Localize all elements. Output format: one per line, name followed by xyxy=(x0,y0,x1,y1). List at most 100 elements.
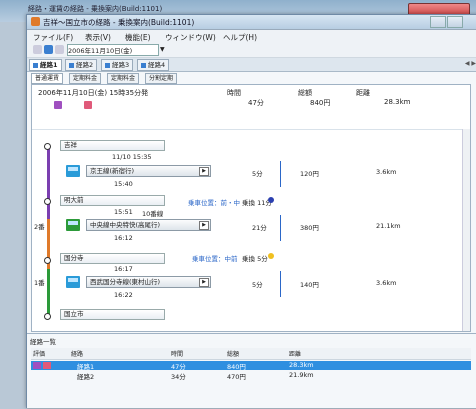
search-icon[interactable] xyxy=(44,45,53,54)
table-row[interactable]: 経路2 34分 470円 21.9km xyxy=(31,371,471,381)
tab-normal-fare[interactable]: 普通運賃 xyxy=(31,73,64,84)
distance-cell: 21.9km xyxy=(289,371,314,379)
timeline-marker xyxy=(280,161,281,187)
distance-cell: 28.3km xyxy=(289,361,314,369)
play-icon[interactable]: ▶ xyxy=(199,221,209,230)
line-name-bar[interactable]: 中央線中央特快(高尾行) ▶ xyxy=(86,219,211,231)
fare-badge xyxy=(43,362,51,369)
rating-badge xyxy=(54,101,62,109)
toolbar: 2006年11月10日(金) ▼ xyxy=(27,43,476,58)
window-title: 吉祥〜国立市の経路 - 乗換案内(Build:1101) xyxy=(43,18,195,27)
title-bar[interactable]: 吉祥〜国立市の経路 - 乗換案内(Build:1101) xyxy=(27,15,476,42)
train-icon xyxy=(66,165,80,177)
station-name[interactable]: 国分寺 xyxy=(60,253,165,264)
leg-distance: 3.6km xyxy=(376,279,397,287)
date-select[interactable]: 2006年11月10日(金) xyxy=(67,44,159,56)
route-icon xyxy=(69,62,74,68)
tab-label: 経路1 xyxy=(40,61,58,69)
fare-cell: 840円 xyxy=(227,363,246,371)
menu-bar: ファイル(F) 表示(V) 機能(E) ウィンドウ(W) ヘルプ(H) xyxy=(27,30,476,43)
depart-time: 11/10 15:35 xyxy=(112,153,152,161)
line-name-bar[interactable]: 西武国分寺線(東村山行) ▶ xyxy=(86,276,211,288)
menu-window[interactable]: ウィンドウ(W) xyxy=(165,32,216,43)
col-rating[interactable]: 評価 xyxy=(33,349,45,358)
fare-cell: 470円 xyxy=(227,373,246,381)
main-window: 吉祥〜国立市の経路 - 乗換案内(Build:1101) ファイル(F) 表示(… xyxy=(26,14,476,408)
station-name[interactable]: 明大前 xyxy=(60,195,165,206)
route-detail-panel: 2006年11月10日(金) 15時35分発 時間 47分 総額 840円 距離… xyxy=(31,84,471,332)
line-segment-seibu xyxy=(47,269,50,317)
route-cell: 経路1 xyxy=(77,363,95,371)
station-node xyxy=(44,313,51,320)
menu-function[interactable]: 機能(E) xyxy=(125,32,151,43)
station-name[interactable]: 国立市 xyxy=(60,309,165,320)
fare-tabs: 普通運賃 定期料金 定期料金 分割定期 xyxy=(31,73,471,84)
tab-route-4[interactable]: 経路4 xyxy=(137,59,170,71)
chevron-down-icon[interactable]: ▼ xyxy=(160,46,165,53)
tab-commuter-fare-2[interactable]: 定期料金 xyxy=(107,73,140,84)
col-time[interactable]: 時間 xyxy=(171,349,183,358)
line-name: 西武国分寺線(東村山行) xyxy=(90,278,161,286)
calendar-icon[interactable] xyxy=(55,45,64,54)
leg-distance: 21.1km xyxy=(376,222,401,230)
departure-datetime: 2006年11月10日(金) 15時35分発 xyxy=(38,89,149,97)
tab-commuter-fare[interactable]: 定期料金 xyxy=(69,73,102,84)
leg-fare: 120円 xyxy=(300,170,319,178)
background-window-title: 経路・運賃の経路 - 乗換案内(Build:1101) xyxy=(28,5,163,13)
station-node xyxy=(44,257,51,264)
station-node xyxy=(44,143,51,150)
route-icon xyxy=(33,62,38,68)
arrive-time: 15:40 xyxy=(114,180,133,188)
station-name[interactable]: 吉祥 xyxy=(60,140,165,151)
track-number: 10番線 xyxy=(142,210,164,218)
maximize-button[interactable] xyxy=(447,16,463,28)
fare-label: 総額 xyxy=(298,89,312,97)
leg-minutes: 5分 xyxy=(252,170,263,178)
fare-value: 840円 xyxy=(310,99,331,107)
vertical-scrollbar[interactable] xyxy=(462,129,470,331)
time-value: 47分 xyxy=(248,99,264,107)
line-name: 京王線(新宿行) xyxy=(90,167,135,175)
route-list-pane: 経路一覧 評価 経路 時間 総額 距離 経路1 47分 840円 28.3km … xyxy=(27,333,476,408)
minimize-button[interactable] xyxy=(430,16,446,28)
back-icon[interactable] xyxy=(33,45,42,54)
line-segment-keio xyxy=(47,145,50,219)
depart-time: 15:51 xyxy=(114,208,133,216)
col-route[interactable]: 経路 xyxy=(71,349,83,358)
tab-split-commuter[interactable]: 分割定期 xyxy=(145,73,178,84)
tab-route-1[interactable]: 経路1 xyxy=(29,59,62,71)
col-fare[interactable]: 総額 xyxy=(227,349,239,358)
line-name-bar[interactable]: 京王線(新宿行) ▶ xyxy=(86,165,211,177)
play-icon[interactable]: ▶ xyxy=(199,167,209,176)
track-side: 2番 xyxy=(34,223,45,231)
tab-route-3[interactable]: 経路3 xyxy=(101,59,134,71)
time-cell: 47分 xyxy=(171,363,186,371)
time-label: 時間 xyxy=(227,89,241,97)
route-icon xyxy=(105,62,110,68)
col-distance[interactable]: 距離 xyxy=(289,349,301,358)
menu-file[interactable]: ファイル(F) xyxy=(33,32,73,43)
distance-value: 28.3km xyxy=(384,98,411,106)
leg-minutes: 21分 xyxy=(252,224,267,232)
track-side: 1番 xyxy=(34,279,45,287)
train-icon xyxy=(66,276,80,288)
station-node xyxy=(44,198,51,205)
train-icon xyxy=(66,219,80,231)
leg-fare: 140円 xyxy=(300,281,319,289)
fare-badge xyxy=(84,101,92,109)
app-icon xyxy=(31,17,40,26)
table-row[interactable]: 経路1 47分 840円 28.3km xyxy=(31,361,471,371)
route-tabs: 経路1 経路2 経路3 経路4 ◀ ▶ xyxy=(27,58,476,72)
route-icon xyxy=(141,62,146,68)
tab-route-2[interactable]: 経路2 xyxy=(65,59,98,71)
boarding-position: 乗車位置：前・中 xyxy=(188,199,240,207)
menu-view[interactable]: 表示(V) xyxy=(85,32,111,43)
arrive-time: 16:12 xyxy=(114,234,133,242)
route-list-header: 評価 経路 時間 総額 距離 xyxy=(31,348,471,360)
tab-label: 経路4 xyxy=(148,61,166,69)
tab-scroll-arrows[interactable]: ◀ ▶ xyxy=(465,60,476,67)
menu-help[interactable]: ヘルプ(H) xyxy=(223,32,257,43)
timeline-marker xyxy=(280,215,281,241)
play-icon[interactable]: ▶ xyxy=(199,278,209,287)
status-dot xyxy=(268,197,274,203)
